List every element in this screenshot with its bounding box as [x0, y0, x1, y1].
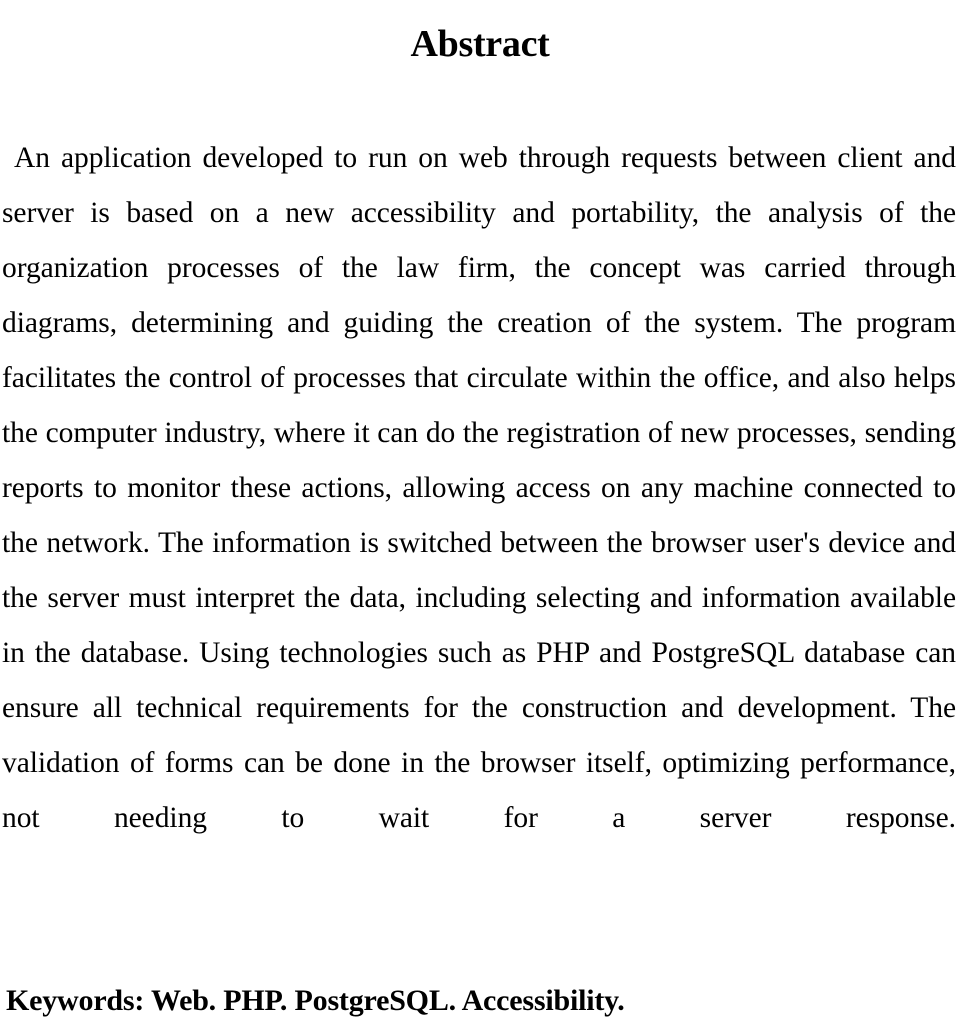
document-page: Abstract An application developed to run…	[0, 0, 960, 1017]
page-title: Abstract	[410, 23, 550, 66]
abstract-paragraph: An application developed to run on web t…	[2, 141, 956, 834]
keywords-line: Keywords: Web. PHP. PostgreSQL. Accessib…	[6, 984, 625, 1017]
